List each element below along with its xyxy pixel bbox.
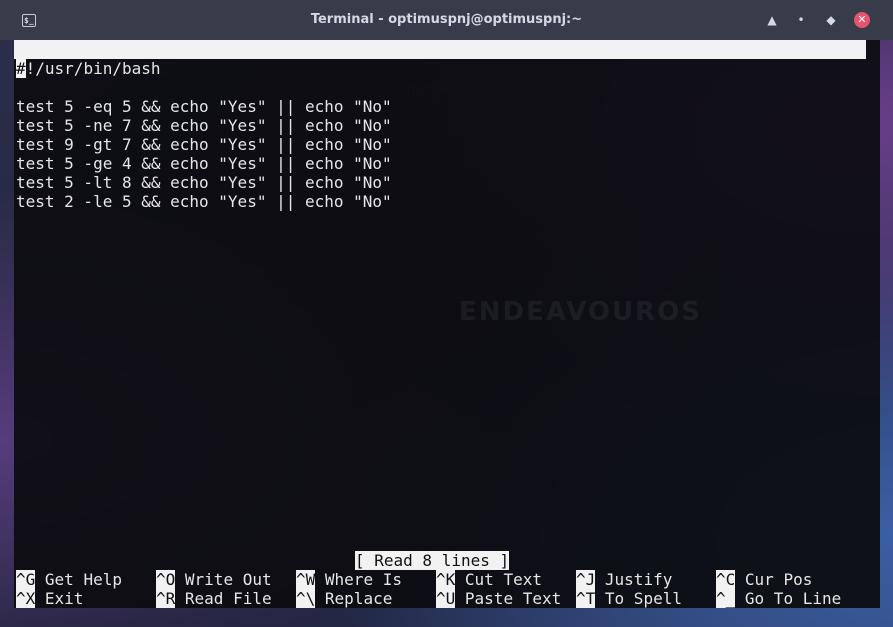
shortcut-read-file[interactable]: ^R Read File — [156, 589, 272, 608]
wallpaper-logo-text: ENDEAVOUROS — [459, 297, 702, 327]
shortcut-where-is[interactable]: ^W Where Is — [296, 570, 402, 589]
shortcut-cur-pos[interactable]: ^C Cur Pos — [716, 570, 812, 589]
shortcut-paste-text[interactable]: ^U Paste Text — [436, 589, 561, 608]
nano-header-bar: GNU nano 4.9.2 numbercmp.sh — [14, 40, 866, 97]
shortcut-justify[interactable]: ^J Justify — [576, 570, 672, 589]
shortcut-to-spell[interactable]: ^T To Spell — [576, 589, 682, 608]
nano-filename: numbercmp.sh — [406, 78, 522, 97]
shortcut-get-help[interactable]: ^G Get Help — [16, 570, 122, 589]
close-icon[interactable]: ✕ — [854, 12, 870, 28]
text-cursor: # — [16, 59, 26, 78]
shortcut-cut-text[interactable]: ^K Cut Text — [436, 570, 542, 589]
editor-line-3[interactable]: test 5 -eq 5 && echo "Yes" || echo "No" — [16, 97, 392, 116]
minimize-icon[interactable]: • — [793, 12, 809, 28]
shortcut-replace[interactable]: ^\ Replace — [296, 589, 392, 608]
terminal-area[interactable]: ENDEAVOUROS GNU nano 4.9.2 numbercmp.sh … — [14, 40, 880, 608]
shortcut-exit[interactable]: ^X Exit — [16, 589, 83, 608]
editor-line-8[interactable]: test 2 -le 5 && echo "Yes" || echo "No" — [16, 192, 392, 211]
shortcut-write-out[interactable]: ^O Write Out — [156, 570, 272, 589]
shortcut-row-2: ^X Exit ^R Read File ^\ Replace ^U Paste… — [16, 589, 841, 608]
maximize-icon[interactable]: ◆ — [823, 12, 839, 28]
editor-line-1[interactable]: #!/usr/bin/bash — [16, 59, 161, 78]
shade-up-icon[interactable]: ▲ — [764, 12, 780, 28]
editor-line-6[interactable]: test 5 -ge 4 && echo "Yes" || echo "No" — [16, 154, 392, 173]
editor-line-4[interactable]: test 5 -ne 7 && echo "Yes" || echo "No" — [16, 116, 392, 135]
shortcut-row-1: ^G Get Help ^O Write Out ^W Where Is ^K … — [16, 570, 812, 589]
window-title: Terminal - optimuspnj@optimuspnj:~ — [310, 12, 583, 27]
status-message: [ Read 8 lines ] — [355, 551, 510, 570]
editor-line-5[interactable]: test 9 -gt 7 && echo "Yes" || echo "No" — [16, 135, 392, 154]
editor-line-7[interactable]: test 5 -lt 8 && echo "Yes" || echo "No" — [16, 173, 392, 192]
editor-line-1-text: !/usr/bin/bash — [25, 59, 161, 78]
window-bottom-edge — [0, 608, 893, 627]
window-titlebar[interactable]: $_ Terminal - optimuspnj@optimuspnj:~ ▲ … — [0, 0, 893, 40]
shortcut-go-to-line[interactable]: ^_ Go To Line — [716, 589, 841, 608]
